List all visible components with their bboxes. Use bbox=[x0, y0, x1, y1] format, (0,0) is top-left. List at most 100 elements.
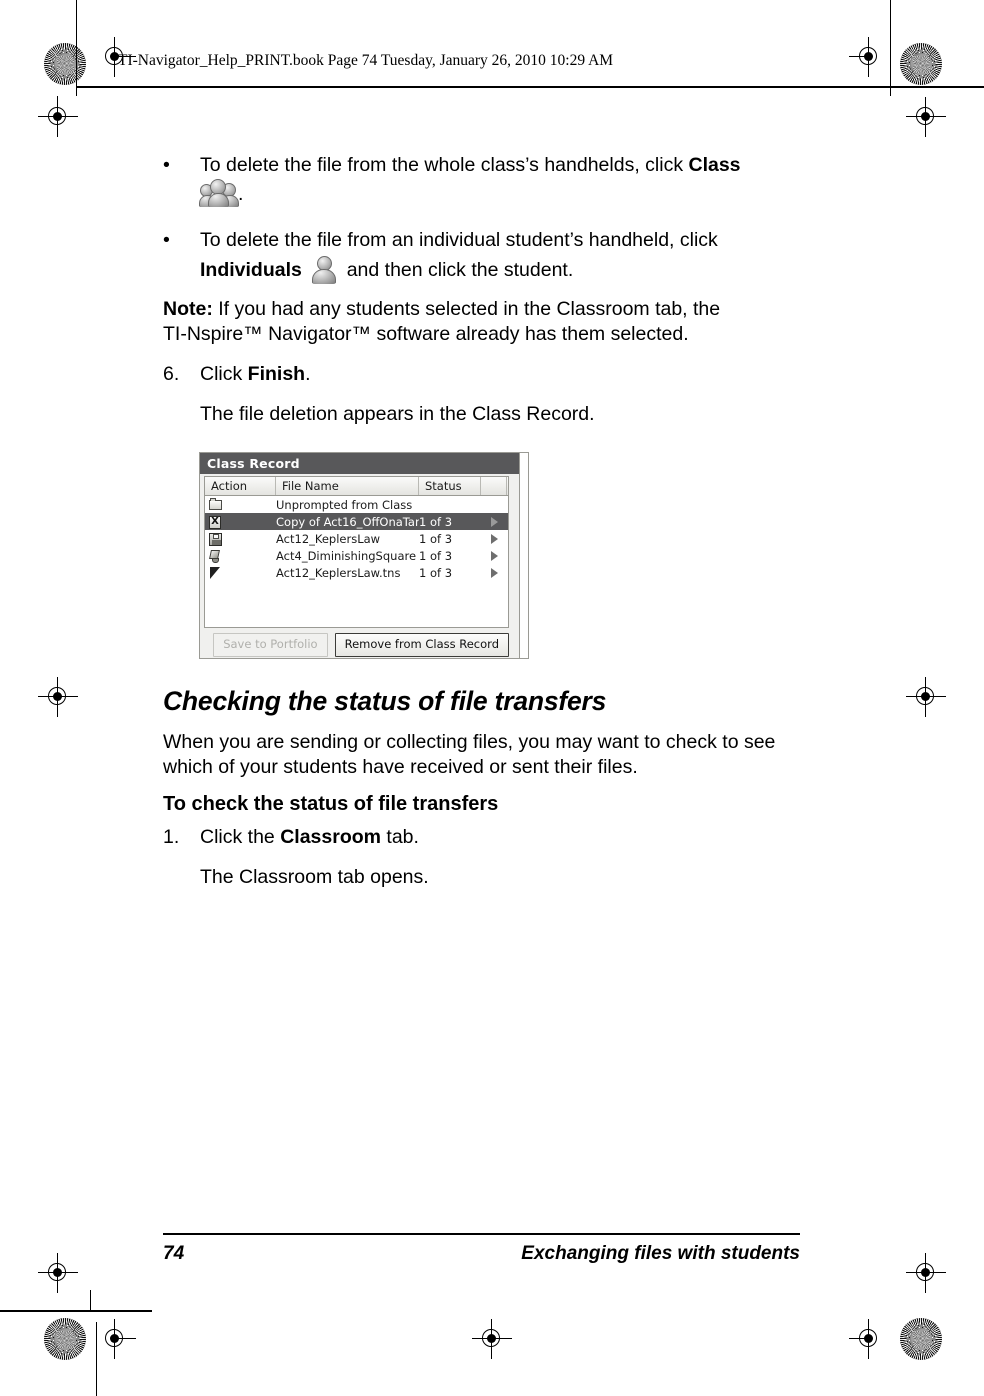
registration-starburst-top-left bbox=[44, 43, 86, 85]
class-three-person-icon bbox=[199, 178, 239, 207]
column-header-status[interactable]: Status bbox=[419, 477, 481, 495]
trim-line-top-right-vertical bbox=[890, 0, 891, 96]
registration-starburst-bottom-left bbox=[44, 1318, 86, 1360]
trim-line-left-vertical bbox=[57, 96, 58, 118]
sub-heading: To check the status of file transfers bbox=[163, 793, 499, 815]
row-status: 1 of 3 bbox=[419, 531, 453, 546]
bullet-item-class: • To delete the file from the whole clas… bbox=[163, 152, 813, 207]
registration-target-bottom-center bbox=[472, 1319, 512, 1359]
chevron-right-icon[interactable] bbox=[490, 567, 498, 578]
registration-target-upper-right bbox=[906, 97, 946, 137]
document-page: TI-Navigator_Help_PRINT.book Page 74 Tue… bbox=[0, 0, 984, 1396]
row-file-name: Unprompted from Class bbox=[276, 497, 413, 512]
step-text-before: Click bbox=[200, 363, 248, 385]
note-block: Note: If you had any students selected i… bbox=[163, 297, 743, 347]
registration-target-mid-right bbox=[906, 677, 946, 717]
delete-file-icon: X bbox=[209, 515, 223, 529]
trim-line-top-horizontal bbox=[76, 86, 984, 88]
row-action-cell: X bbox=[205, 515, 276, 529]
folder-icon bbox=[209, 497, 223, 512]
row-action-cell bbox=[205, 497, 276, 512]
delete-glyph: X bbox=[209, 515, 221, 529]
row-status: 1 of 3 bbox=[419, 548, 453, 563]
class-record-titlebar: Class Record bbox=[200, 453, 528, 474]
step-text-before: Click the bbox=[200, 826, 281, 848]
step-item-6: 6. Click Finish. bbox=[163, 361, 813, 387]
step-bold-label: Finish bbox=[247, 363, 306, 385]
registration-starburst-bottom-right bbox=[900, 1318, 942, 1360]
row-file-name: Act4_DiminishingSquare bbox=[276, 548, 417, 563]
bullet-item-individuals: • To delete the file from an individual … bbox=[163, 227, 813, 287]
footer-chapter-title: Exchanging files with students bbox=[521, 1243, 800, 1264]
row-action-cell bbox=[205, 532, 276, 546]
column-header-action[interactable]: Action bbox=[205, 477, 276, 495]
trim-line-bottom-vertical-long bbox=[96, 1322, 97, 1396]
send-file-icon bbox=[209, 549, 223, 563]
section-heading: Checking the status of file transfers bbox=[163, 686, 607, 716]
registration-target-bottom-left bbox=[98, 1319, 136, 1359]
chevron-right-icon[interactable] bbox=[490, 550, 498, 561]
registration-target-bottom-right bbox=[849, 1319, 886, 1359]
table-row[interactable]: X Copy of Act16_OffOnaTangent 1 of 3 bbox=[205, 513, 508, 530]
bullet-bold-label: Individuals bbox=[200, 259, 302, 281]
trim-line-bottom-left-vertical bbox=[90, 1290, 91, 1310]
save-disk-icon bbox=[209, 532, 223, 546]
table-row[interactable]: Act4_DiminishingSquare 1 of 3 bbox=[205, 547, 508, 564]
chevron-right-icon[interactable] bbox=[490, 516, 498, 527]
bullet-text-after: and then click the student. bbox=[341, 259, 574, 281]
table-rows: Unprompted from Class X Copy of Act16_Of… bbox=[205, 496, 508, 581]
bullet-bold-label: Class bbox=[688, 154, 741, 176]
note-text: If you had any students selected in the … bbox=[163, 298, 721, 345]
registration-starburst-top-right bbox=[900, 43, 942, 85]
footer-page-number: 74 bbox=[163, 1243, 185, 1264]
step-text-after: . bbox=[305, 363, 311, 385]
section-paragraph: When you are sending or collecting files… bbox=[163, 731, 776, 778]
bullet-marker: • bbox=[163, 229, 170, 251]
registration-target-lower-right bbox=[906, 1253, 946, 1293]
row-file-name: Act12_KeplersLaw bbox=[276, 531, 381, 546]
class-record-window: Class Record Action File Name Status Unp… bbox=[199, 452, 529, 659]
table-row[interactable]: Unprompted from Class bbox=[205, 496, 508, 513]
row-status: 1 of 3 bbox=[419, 514, 453, 529]
step-6-result-text: The file deletion appears in the Class R… bbox=[200, 403, 595, 425]
row-expand-cell[interactable] bbox=[481, 533, 507, 544]
table-row[interactable]: Act12_KeplersLaw.tns 1 of 3 bbox=[205, 564, 508, 581]
chevron-right-icon[interactable] bbox=[490, 533, 498, 544]
window-right-edge-strip bbox=[519, 453, 528, 658]
step-number: 6. bbox=[163, 363, 180, 385]
save-to-portfolio-button[interactable]: Save to Portfolio bbox=[213, 633, 328, 657]
row-file-name: Copy of Act16_OffOnaTangent bbox=[276, 514, 419, 529]
row-action-cell bbox=[205, 549, 276, 563]
row-action-cell bbox=[205, 566, 276, 580]
collect-cursor-icon bbox=[209, 566, 223, 580]
row-expand-cell[interactable] bbox=[481, 567, 507, 578]
individual-person-icon bbox=[311, 256, 337, 284]
row-expand-cell[interactable] bbox=[481, 550, 507, 561]
page-header: TI-Navigator_Help_PRINT.book Page 74 Tue… bbox=[118, 52, 614, 69]
bullet-marker: • bbox=[163, 154, 170, 176]
step-bold-label: Classroom bbox=[280, 826, 381, 848]
note-label: Note: bbox=[163, 298, 213, 320]
registration-target-upper-left bbox=[38, 97, 78, 137]
page-content: • To delete the file from the whole clas… bbox=[163, 152, 813, 427]
trim-line-left-edge-upper bbox=[0, 1310, 1, 1312]
procedure-steps: 1. Click the Classroom tab. The Classroo… bbox=[163, 824, 803, 890]
footer-divider bbox=[163, 1233, 800, 1235]
trim-line-top-left-vertical bbox=[76, 0, 77, 96]
step-text-after: tab. bbox=[381, 826, 419, 848]
bullet-text-before: To delete the file from an individual st… bbox=[200, 229, 718, 251]
step-1-result-text: The Classroom tab opens. bbox=[200, 866, 429, 888]
column-header-file-name[interactable]: File Name bbox=[276, 477, 419, 495]
registration-target-top-right bbox=[849, 37, 886, 77]
class-record-button-bar: Save to Portfolio Remove from Class Reco… bbox=[204, 633, 509, 657]
column-header-expand[interactable] bbox=[481, 477, 507, 495]
registration-target-lower-left bbox=[38, 1253, 78, 1293]
step-number: 1. bbox=[163, 826, 180, 848]
registration-target-mid-left bbox=[38, 677, 78, 717]
row-status: 1 of 3 bbox=[419, 565, 453, 580]
table-column-headers: Action File Name Status bbox=[205, 477, 508, 496]
remove-from-class-record-button[interactable]: Remove from Class Record bbox=[334, 633, 509, 657]
table-row[interactable]: Act12_KeplersLaw 1 of 3 bbox=[205, 530, 508, 547]
trim-line-bottom-left-horizontal bbox=[0, 1310, 152, 1312]
row-expand-cell[interactable] bbox=[481, 516, 507, 527]
